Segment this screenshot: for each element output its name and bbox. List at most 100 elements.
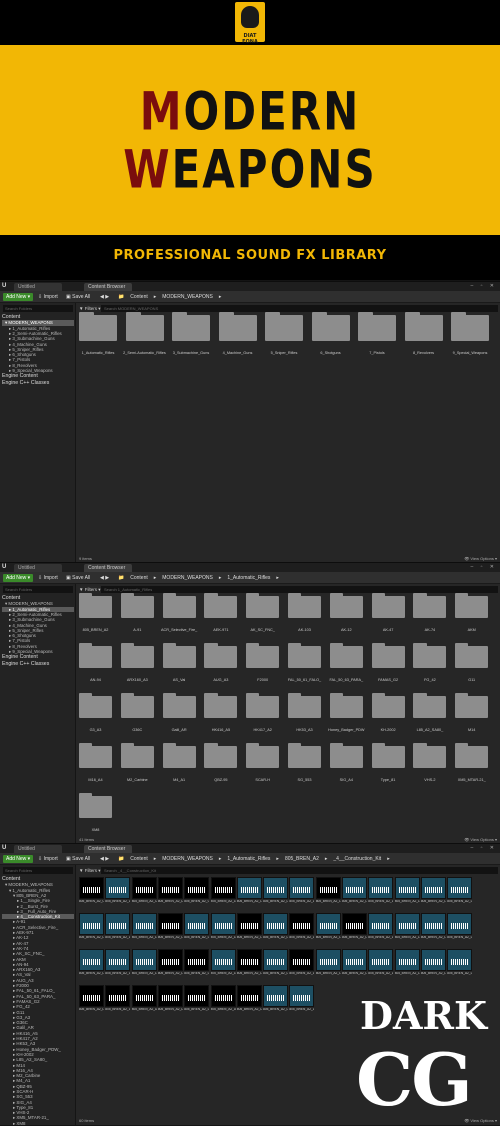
history-nav-buttons[interactable]: ◀ ▶ <box>100 855 109 863</box>
add-new-button[interactable]: Add New ▾ <box>3 574 34 582</box>
waveform-icon <box>424 959 442 965</box>
breadcrumb-item[interactable]: Content <box>130 294 148 300</box>
breadcrumb-separator-icon: ▸ <box>276 575 279 581</box>
tab-content-browser[interactable]: Content Browser <box>84 564 132 572</box>
folder-icon <box>288 593 321 618</box>
waveform-icon <box>83 995 100 1001</box>
sound-wave-label: 805_BREN_A2_Loop_750_RPM <box>105 936 130 939</box>
waveform-icon <box>319 887 337 893</box>
sound-wave-label: 805_BREN_A2_Loop_800_RPM <box>289 900 314 903</box>
tab-content-browser[interactable]: Content Browser <box>84 283 132 291</box>
waveform-thumbnail <box>289 877 315 899</box>
folder-icon <box>371 593 405 618</box>
asset-search-input[interactable]: Search _4__Construction_Kit <box>101 867 498 874</box>
waveform-thumbnail <box>289 913 315 935</box>
save-all-button[interactable]: ▣ Save All <box>66 293 90 301</box>
sound-wave-label: 805_BREN_A2_Loop_1000_RPM <box>394 900 420 903</box>
waveform-icon <box>240 887 258 893</box>
waveform-icon <box>398 923 416 929</box>
breadcrumb-separator-icon: ▸ <box>218 856 222 862</box>
filters-button[interactable]: ▼ Filters ▾ <box>79 867 100 874</box>
folder-icon <box>246 693 280 718</box>
breadcrumb-item[interactable]: MODERN_WEAPONS <box>162 856 213 862</box>
tree-item[interactable]: Engine C++ Classes <box>2 380 74 386</box>
folder-label: 3_Submachine_Guns <box>172 351 210 355</box>
view-options-button[interactable]: 👁 View Options ▾ <box>464 837 497 842</box>
breadcrumb: 📁 Content ▸ MODERN_WEAPONS ▸ <box>118 293 227 301</box>
folder-icon <box>311 312 350 341</box>
waveform-icon <box>214 959 232 965</box>
filters-button[interactable]: ▼ Filters ▾ <box>79 305 100 312</box>
save-all-button[interactable]: ▣ Save All <box>66 574 90 582</box>
waveform-thumbnail <box>236 985 262 1007</box>
content-browser-panel-1: U Untitled Content Browser – ▫ ✕ Add New ▾ ⇩ … <box>0 281 500 563</box>
breadcrumb-item[interactable]: 1_Automatic_Rifles <box>227 856 270 862</box>
waveform-icon <box>135 887 153 893</box>
import-button[interactable]: ⇩ Import <box>38 293 58 301</box>
history-nav-buttons[interactable]: ◀ ▶ <box>100 574 109 582</box>
breadcrumb: 📁 Content ▸ MODERN_WEAPONS ▸ 1_Automatic_Rifl… <box>118 574 285 582</box>
breadcrumb-item[interactable]: 1_Automatic_Rifles <box>227 575 270 581</box>
breadcrumb-item[interactable]: 805_BREN_A2 <box>285 856 319 862</box>
folder-label: QBZ-95 <box>214 778 228 782</box>
tab-untitled[interactable]: Untitled <box>14 283 62 291</box>
toolbar: Add New ▾ ⇩ Import ▣ Save All ◀ ▶ 📁 Content ▸ M… <box>0 291 500 303</box>
breadcrumb-separator-icon: ▸ <box>218 294 222 300</box>
waveform-icon <box>83 887 100 893</box>
folder-tree: Content ▾ MODERN_WEAPONS ▸ 1_Automatic_Rif… <box>2 595 74 667</box>
item-count: 41 items <box>79 837 95 842</box>
sound-wave-label: 805_BREN_A2_Loop_Cut <box>447 936 472 939</box>
tab-untitled[interactable]: Untitled <box>14 564 62 572</box>
breadcrumb-separator-icon: ▸ <box>276 856 279 862</box>
folder-label: 8_Revolvers <box>412 351 435 355</box>
breadcrumb-item[interactable]: Content <box>130 575 148 581</box>
waveform-thumbnail <box>210 985 236 1007</box>
window-controls[interactable]: – ▫ ✕ <box>470 283 497 289</box>
breadcrumb-item[interactable]: MODERN_WEAPONS <box>162 575 213 581</box>
breadcrumb-item[interactable]: MODERN_WEAPONS <box>162 294 213 300</box>
sound-wave-label: 805_BREN_A2_Loop_Cut <box>263 936 288 939</box>
asset-search-input[interactable]: Search 1_Automatic_Rifles <box>101 586 498 593</box>
waveform-thumbnail <box>394 877 420 899</box>
folder-icon[interactable]: 📁 <box>118 294 124 300</box>
waveform-icon <box>214 995 232 1001</box>
add-new-button[interactable]: Add New ▾ <box>3 293 34 301</box>
sound-wave-label: 805_BREN_A2_Loop_850_RPM <box>157 936 183 939</box>
folder-icon <box>371 693 405 718</box>
sound-wave-label: 805_BREN_A2_Loop_Cut <box>315 972 341 975</box>
title-bar: U Untitled Content Browser – ▫ ✕ <box>0 844 500 853</box>
tab-untitled[interactable]: Untitled <box>14 845 62 853</box>
folder-icon <box>172 312 210 341</box>
sound-wave-label: 805_BREN_A2_Loop_Cut <box>368 936 393 939</box>
import-button[interactable]: ⇩ Import <box>38 574 58 582</box>
waveform-icon <box>135 923 153 929</box>
search-folders-input[interactable]: Search Folders <box>3 305 73 312</box>
tree-item[interactable]: Engine C++ Classes <box>2 661 74 667</box>
asset-search-input[interactable]: Search MODERN_WEAPONS <box>101 305 498 312</box>
breadcrumb-item[interactable]: _4__Construction_Kit <box>333 856 381 862</box>
folder-icon[interactable]: 📁 <box>118 575 124 581</box>
tab-content-browser[interactable]: Content Browser <box>84 845 132 853</box>
breadcrumb-item[interactable]: Content <box>130 856 148 862</box>
waveform-icon <box>346 887 363 893</box>
window-controls[interactable]: – ▫ ✕ <box>470 564 497 570</box>
sound-wave-label: 805_BREN_A2_Loop_950_RPM <box>210 972 236 975</box>
search-folders-input[interactable]: Search Folders <box>3 867 73 874</box>
window-controls[interactable]: – ▫ ✕ <box>470 845 497 851</box>
history-nav-buttons[interactable]: ◀ ▶ <box>100 293 109 301</box>
view-options-button[interactable]: 👁 View Options ▾ <box>464 556 497 561</box>
import-button[interactable]: ⇩ Import <box>38 855 58 863</box>
folder-label: G36C <box>132 728 143 732</box>
waveform-icon <box>293 959 311 965</box>
waveform-icon <box>267 959 285 965</box>
waveform-icon <box>451 959 469 965</box>
filters-button[interactable]: ▼ Filters ▾ <box>79 586 100 593</box>
waveform-thumbnail <box>236 913 262 935</box>
search-folders-input[interactable]: Search Folders <box>3 586 73 593</box>
waveform-icon <box>240 923 258 929</box>
folder-icon <box>413 743 447 768</box>
save-all-button[interactable]: ▣ Save All <box>66 855 90 863</box>
folder-icon[interactable]: 📁 <box>118 856 124 862</box>
add-new-button[interactable]: Add New ▾ <box>3 855 34 863</box>
tree-item[interactable]: ▸ XM8 <box>2 1121 74 1126</box>
